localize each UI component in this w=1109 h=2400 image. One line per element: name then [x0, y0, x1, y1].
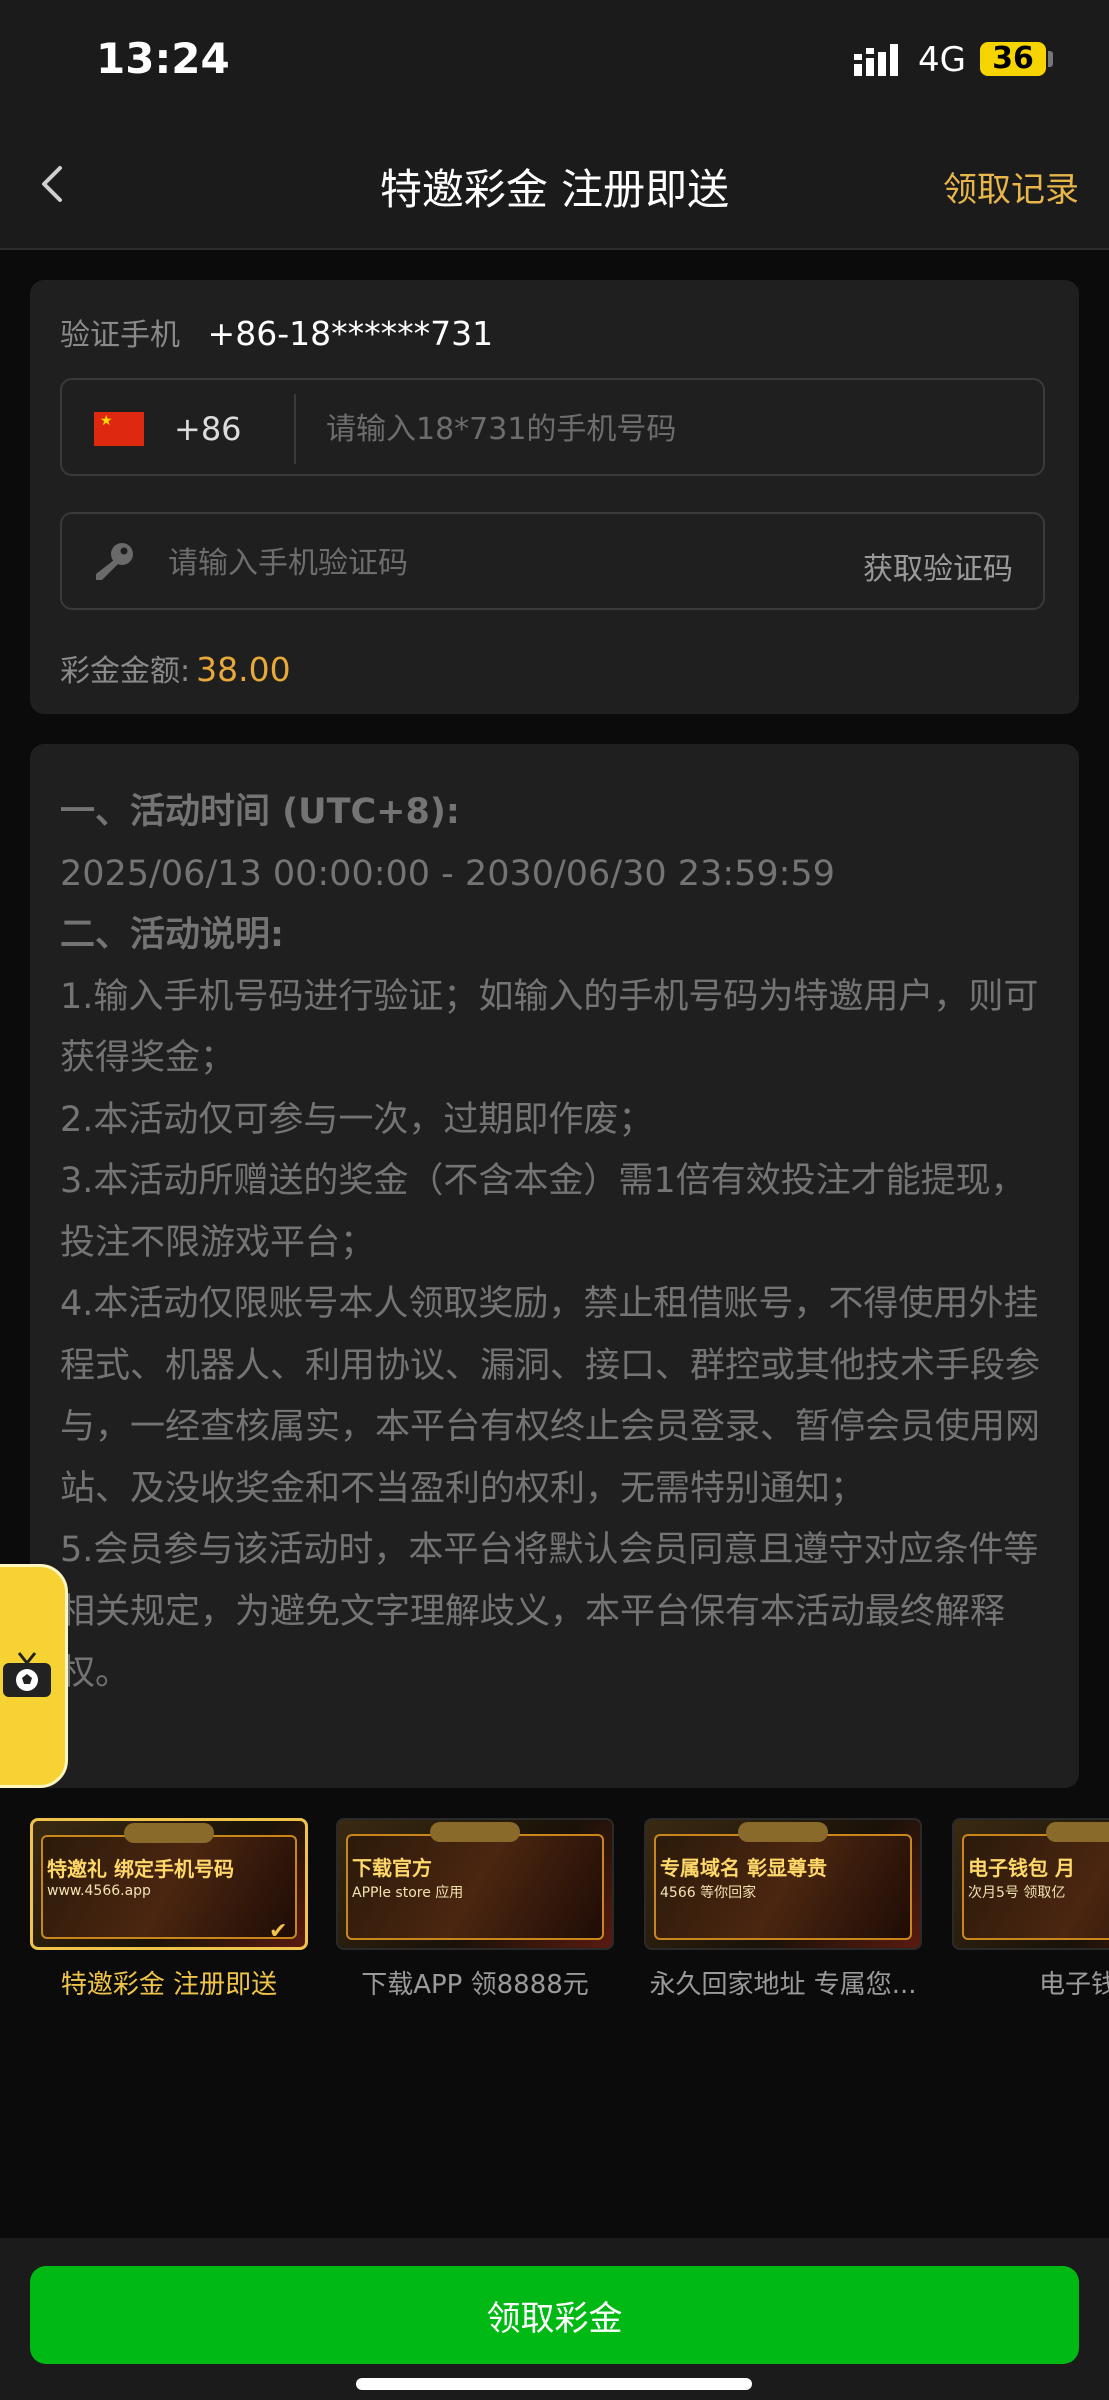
network-type: 4G: [918, 40, 966, 80]
get-code-button[interactable]: 获取验证码: [863, 544, 1013, 588]
bonus-amount-label: 彩金金额:: [60, 654, 191, 689]
promo-banner-image: 特邀礼 绑定手机号码 www.4566.app ✔: [30, 1818, 308, 1950]
promo-banner-headline: 下载官方: [352, 1856, 432, 1880]
rules-item: 4.本活动仅限账号本人领取奖励，禁止租借账号，不得使用外挂程式、机器人、利用协议…: [60, 1284, 1041, 1509]
rules-item: 1.输入手机号码进行验证；如输入的手机号码为特邀用户，则可获得奖金；: [60, 976, 1039, 1079]
key-icon: [96, 543, 133, 580]
screen: 13:24 4G 36 特邀彩金 注册即送 领取记录 验证手机 +86-18**…: [0, 0, 1109, 2400]
verify-phone-row: 验证手机 +86-18******731: [60, 310, 493, 354]
check-icon: ✔: [269, 1919, 288, 1944]
promo-banner-caption: 电子钱包: [1038, 1970, 1109, 2000]
floating-sports-widget[interactable]: [0, 1564, 68, 1788]
home-indicator[interactable]: [356, 2378, 752, 2390]
rules-description-heading: 二、活动说明:: [60, 915, 284, 955]
promo-banner-headline: 特邀礼 绑定手机号码: [47, 1857, 234, 1881]
bottom-bar: 领取彩金: [0, 2238, 1109, 2400]
country-code[interactable]: +86: [174, 410, 242, 448]
promo-banner-image: 电子钱包 月 次月5号 领取亿: [952, 1818, 1109, 1950]
rules-card: 一、活动时间 (UTC+8): 2025/06/13 00:00:00 - 20…: [30, 744, 1079, 1788]
promo-banner-subtext: 4566 等你回家: [660, 1885, 757, 1901]
nav-header: 特邀彩金 注册即送 领取记录: [0, 120, 1109, 250]
sms-code-input[interactable]: [166, 532, 750, 594]
verification-card: 验证手机 +86-18******731 ★ +86 获取验证码 彩金金额:38…: [30, 280, 1079, 714]
promo-banner-headline: 专属域名 彰显尊贵: [660, 1856, 827, 1880]
rules-time-range: 2025/06/13 00:00:00 - 2030/06/30 23:59:5…: [60, 853, 835, 894]
rules-text: 一、活动时间 (UTC+8): 2025/06/13 00:00:00 - 20…: [60, 782, 1060, 1705]
promo-banner[interactable]: 下载官方 APPle store 应用 下载APP 领8888元: [336, 1818, 614, 2001]
verify-phone-label: 验证手机: [60, 318, 180, 353]
promo-banner-caption: 永久回家地址 专属您...: [649, 1970, 917, 2000]
rules-item: 2.本活动仅可参与一次，过期即作废；: [60, 1099, 654, 1140]
rules-item: 3.本活动所赠送的奖金（不含本金）需1倍有效投注才能提现，投注不限游戏平台；: [60, 1161, 1026, 1263]
battery-tip: [1048, 51, 1053, 67]
promotion-banner-strip: 特邀礼 绑定手机号码 www.4566.app ✔ 特邀彩金 注册即送 下载官方…: [0, 1818, 1109, 2008]
sms-code-field: 获取验证码: [60, 512, 1045, 610]
battery-icon: 36: [980, 42, 1046, 76]
promo-banner[interactable]: 特邀礼 绑定手机号码 www.4566.app ✔ 特邀彩金 注册即送: [30, 1818, 308, 2001]
brand-logo: [738, 1822, 828, 1842]
promo-banner-subtext: APPle store 应用: [352, 1885, 464, 1901]
promo-banner-caption: 特邀彩金 注册即送: [60, 1970, 278, 2000]
promo-banner-image: 专属域名 彰显尊贵 4566 等你回家: [644, 1818, 922, 1950]
phone-number-field: ★ +86: [60, 378, 1045, 476]
promo-banner-image: 下载官方 APPle store 应用: [336, 1818, 614, 1950]
promo-banner[interactable]: 专属域名 彰显尊贵 4566 等你回家 永久回家地址 专属您...: [644, 1818, 922, 2001]
brand-logo: [1046, 1822, 1109, 1842]
promo-banner-caption: 下载APP 领8888元: [361, 1970, 589, 2000]
tv-football-icon: [3, 1652, 51, 1697]
bonus-amount-row: 彩金金额: 38.00: [60, 646, 291, 690]
verify-phone-value: +86-18******731: [207, 314, 494, 353]
field-divider: [294, 394, 296, 464]
claim-record-link[interactable]: 领取记录: [943, 162, 1079, 211]
rules-item: 5.会员参与该活动时，本平台将默认会员同意且遵守对应条件等相关规定，为避免文字理…: [60, 1530, 1039, 1693]
status-time: 13:24: [96, 34, 230, 83]
brand-logo: [430, 1822, 520, 1842]
promo-banner-subtext: 次月5号 领取亿: [968, 1885, 1066, 1901]
promo-banner-subtext: www.4566.app: [47, 1883, 151, 1899]
china-flag-icon[interactable]: ★: [94, 412, 144, 446]
bonus-amount-value: 38.00: [196, 650, 291, 689]
brand-logo: [124, 1823, 214, 1843]
rules-time-heading: 一、活动时间 (UTC+8):: [60, 792, 460, 832]
signal-icon: [854, 44, 898, 76]
claim-bonus-button[interactable]: 领取彩金: [30, 2266, 1079, 2364]
phone-input[interactable]: [324, 398, 1018, 460]
status-bar: 13:24 4G 36: [0, 0, 1109, 120]
promo-banner[interactable]: 电子钱包 月 次月5号 领取亿 电子钱包: [952, 1818, 1109, 2001]
promo-banner-headline: 电子钱包 月: [968, 1856, 1075, 1880]
